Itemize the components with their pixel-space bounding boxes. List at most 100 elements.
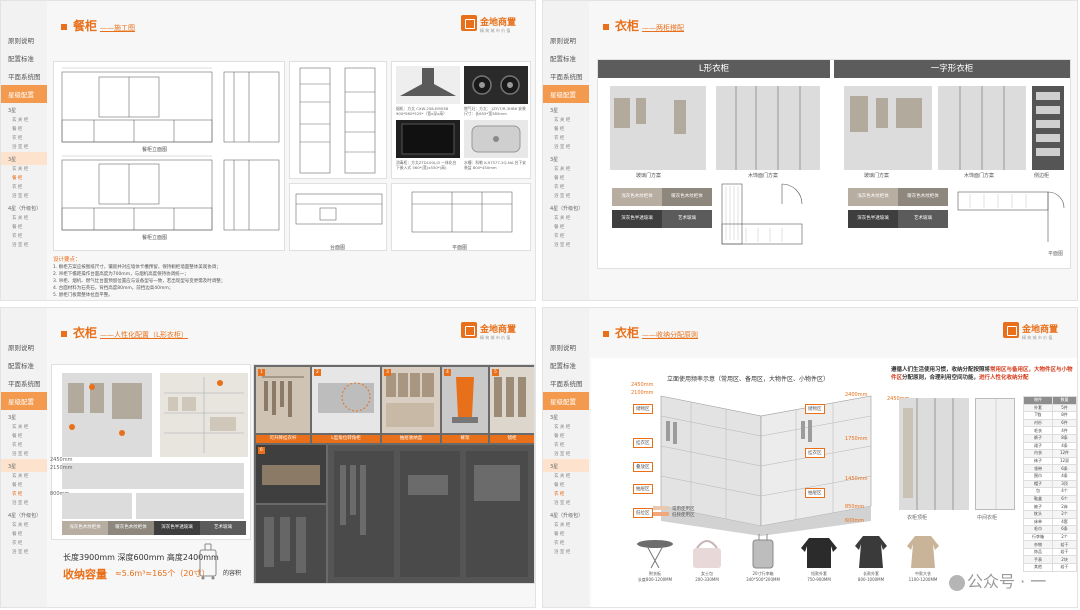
sidebar-item-principles[interactable]: 原则说明	[1, 338, 47, 356]
sidebar-sub-item[interactable]: 餐 柜	[543, 432, 589, 441]
sidebar-item-star-config[interactable]: 星级配置	[543, 85, 589, 103]
table-row: 被子 2床	[1023, 502, 1077, 511]
sidebar-group-head[interactable]: 3星	[543, 459, 589, 472]
sidebar-sub-item[interactable]: 餐 柜	[1, 432, 47, 441]
sidebar-sub-item[interactable]: 衣 柜	[543, 232, 589, 241]
sidebar-sub-item[interactable]: 浴 室 柜	[543, 192, 589, 201]
straight-wood-wardrobe-image	[938, 86, 1026, 170]
sidebar-sub-item[interactable]: 玄 关 柜	[543, 521, 589, 530]
sidebar-sub-item[interactable]: 玄 关 柜	[543, 423, 589, 432]
sidebar-sub-item-active[interactable]: 餐 柜	[1, 174, 47, 183]
sidebar-sub-item[interactable]: 浴 室 柜	[543, 143, 589, 152]
note-line: 4. 台面材料为石英石，背挡高度80mm，前挡边高40mm；	[53, 286, 174, 291]
sidebar-group-head[interactable]: 3星	[543, 152, 589, 165]
sidebar-sub-item[interactable]: 玄 关 柜	[1, 521, 47, 530]
sidebar-sub-item[interactable]: 衣 柜	[1, 441, 47, 450]
sidebar-item-standards[interactable]: 配置标准	[1, 49, 47, 67]
sidebar-sub-item[interactable]: 浴 室 柜	[1, 143, 47, 152]
sidebar-sub-item[interactable]: 浴 室 柜	[1, 241, 47, 250]
sidebar-sub-item[interactable]: 餐 柜	[1, 125, 47, 134]
sidebar-sub-item[interactable]: 玄 关 柜	[543, 165, 589, 174]
sidebar-sub-item[interactable]: 浴 室 柜	[543, 499, 589, 508]
sidebar-sub-item[interactable]: 浴 室 柜	[543, 450, 589, 459]
sidebar-item-star-config[interactable]: 星级配置	[1, 392, 47, 410]
table-row: 围巾 4条	[1023, 471, 1077, 481]
sidebar-group-head[interactable]: 4星（升级包）	[1, 508, 47, 521]
sidebar-sub-item[interactable]: 玄 关 柜	[1, 116, 47, 125]
sidebar-sub-item[interactable]: 浴 室 柜	[1, 499, 47, 508]
sidebar-sub-item[interactable]: 衣 柜	[543, 539, 589, 548]
sidebar-group-head[interactable]: 3星	[543, 410, 589, 423]
sidebar-item-principles[interactable]: 原则说明	[543, 31, 589, 49]
sidebar-group-head[interactable]: 3星	[543, 103, 589, 116]
wardrobe-front-elevation	[899, 398, 969, 510]
swatch-warm-wood: 暖灰色木纹柜体	[108, 521, 154, 535]
sidebar-sub-item[interactable]: 玄 关 柜	[543, 472, 589, 481]
sidebar-item-system[interactable]: 平面系统图	[543, 67, 589, 85]
table-cell: 衬衫	[1023, 418, 1053, 428]
sidebar-sub-item[interactable]: 衣 柜	[543, 441, 589, 450]
sidebar-sub-item[interactable]: 玄 关 柜	[1, 472, 47, 481]
sidebar-sub-item[interactable]: 浴 室 柜	[543, 241, 589, 250]
sidebar-group-head[interactable]: 4星（升级包）	[1, 201, 47, 214]
sidebar-sub-item[interactable]: 餐 柜	[1, 481, 47, 490]
sidebar-sub-item[interactable]: 餐 柜	[543, 481, 589, 490]
tab-straight[interactable]: 一字形衣柜	[834, 60, 1070, 78]
sidebar-sub-item[interactable]: 餐 柜	[543, 125, 589, 134]
sidebar-sub-item[interactable]: 玄 关 柜	[1, 423, 47, 432]
sidebar-sub-item[interactable]: 衣 柜	[1, 134, 47, 143]
sidebar-sub-item[interactable]: 浴 室 柜	[1, 548, 47, 557]
sidebar-sub-item[interactable]: 餐 柜	[543, 530, 589, 539]
sidebar-item-standards[interactable]: 配置标准	[543, 49, 589, 67]
sidebar-sub-item[interactable]: 餐 柜	[1, 530, 47, 539]
title-subtitle: ——收纳分配原则	[642, 331, 699, 339]
sidebar-sub-item[interactable]: 玄 关 柜	[543, 214, 589, 223]
sidebar-sub-item[interactable]: 玄 关 柜	[1, 214, 47, 223]
sidebar-sub-item[interactable]: 衣 柜	[543, 183, 589, 192]
sidebar-sub-item[interactable]: 玄 关 柜	[1, 165, 47, 174]
dim-label: 2400mm	[845, 392, 868, 398]
dim-label: 2450mm	[631, 382, 654, 388]
swatch-warm-wood: 暖灰色木纹柜体	[662, 188, 712, 206]
sidebar-sub-item[interactable]: 餐 柜	[543, 223, 589, 232]
sidebar-item-system[interactable]: 平面系统图	[543, 374, 589, 392]
plan-view-card: 平面图	[391, 183, 531, 251]
sidebar-item-system[interactable]: 平面系统图	[1, 374, 47, 392]
sidebar-sub-item-active[interactable]: 衣 柜	[543, 490, 589, 499]
table-cell: 4件	[1051, 426, 1077, 435]
sidebar-group-head[interactable]: 3星	[1, 152, 47, 165]
sidebar-sub-item[interactable]: 浴 室 柜	[1, 192, 47, 201]
sidebar-item-system[interactable]: 平面系统图	[1, 67, 47, 85]
sidebar-sub-item[interactable]: 衣 柜	[1, 232, 47, 241]
sidebar-item-principles[interactable]: 原则说明	[543, 338, 589, 356]
swatch-dark-glass: 深灰色半透玻璃	[154, 521, 200, 535]
sidebar-group-head[interactable]: 4星（升级包）	[543, 508, 589, 521]
sidebar-item-standards[interactable]: 配置标准	[1, 356, 47, 374]
title-subtitle: ——施工图	[100, 24, 136, 32]
logo-name: 金地商置	[480, 18, 517, 28]
sidebar-sub-item[interactable]: 餐 柜	[1, 223, 47, 232]
sidebar-group-head[interactable]: 3星	[1, 410, 47, 423]
sidebar-item-star-config[interactable]: 星级配置	[1, 85, 47, 103]
feature-photo-4	[442, 367, 488, 433]
sidebar-item-standards[interactable]: 配置标准	[543, 356, 589, 374]
item-ironing-board: 熨衣板 长度800-1200MM	[631, 534, 679, 583]
sidebar-sub-item[interactable]: 衣 柜	[1, 539, 47, 548]
sidebar-sub-item[interactable]: 衣 柜	[543, 134, 589, 143]
sidebar-sub-item[interactable]: 餐 柜	[543, 174, 589, 183]
bottom-text: 中间衣柜	[977, 515, 998, 521]
table-cell: 12件	[1051, 449, 1077, 458]
sidebar-item-principles[interactable]: 原则说明	[1, 31, 47, 49]
sidebar-group-head[interactable]: 3星	[1, 103, 47, 116]
sidebar-sub-item[interactable]: 玄 关 柜	[543, 116, 589, 125]
sidebar-group-head[interactable]: 3星	[1, 459, 47, 472]
table-cell: 领带	[1023, 464, 1053, 473]
sidebar-item-star-config[interactable]: 星级配置	[543, 392, 589, 410]
sidebar-sub-item[interactable]: 衣 柜	[1, 183, 47, 192]
table-cell: 8件	[1051, 411, 1077, 420]
sidebar-group-head[interactable]: 4星（升级包）	[543, 201, 589, 214]
sidebar-sub-item[interactable]: 浴 室 柜	[543, 548, 589, 557]
sidebar-sub-item-active[interactable]: 衣 柜	[1, 490, 47, 499]
sidebar-sub-item[interactable]: 浴 室 柜	[1, 450, 47, 459]
tab-l-shape[interactable]: L形衣柜	[598, 60, 830, 78]
